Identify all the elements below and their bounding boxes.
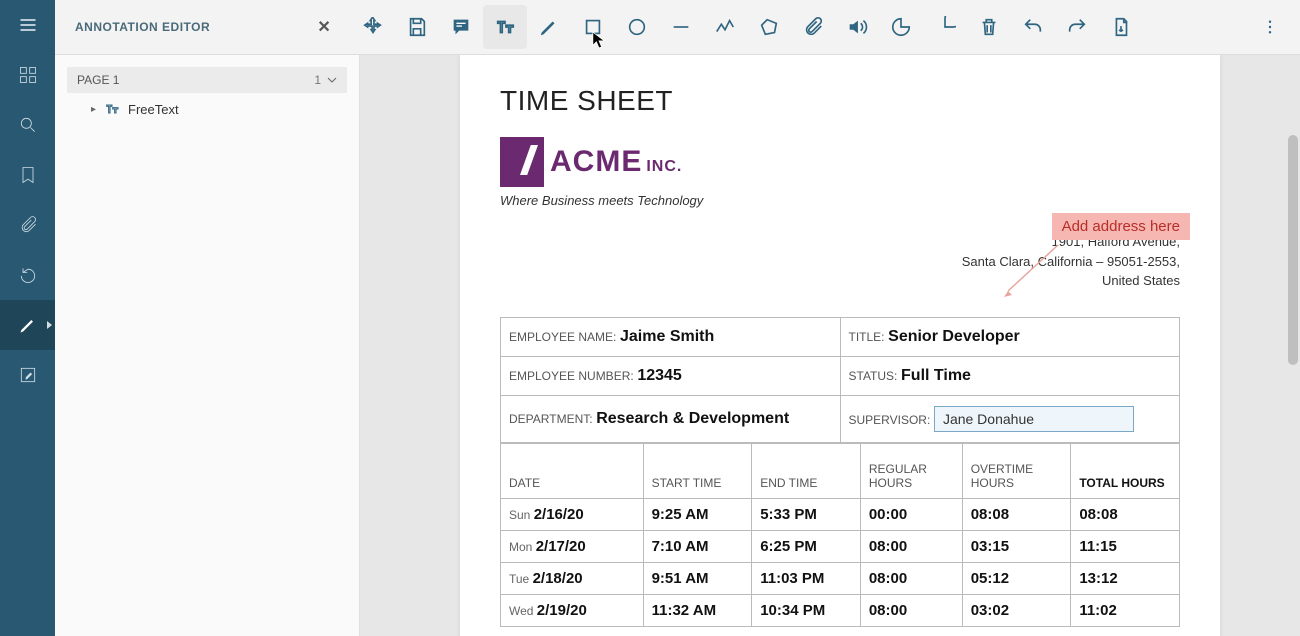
redo-icon[interactable] <box>1055 5 1099 49</box>
vertical-nav <box>0 0 55 636</box>
draw-icon[interactable] <box>527 5 571 49</box>
menu-icon[interactable] <box>0 0 55 50</box>
rectangle-icon[interactable] <box>571 5 615 49</box>
thumbnails-icon[interactable] <box>0 50 55 100</box>
table-row: Mon 2/17/207:10 AM6:25 PM08:0003:1511:15 <box>501 530 1180 562</box>
undo-icon[interactable] <box>1011 5 1055 49</box>
top-toolbar: ANNOTATION EDITOR ✕ <box>55 0 1300 55</box>
sound-icon[interactable] <box>835 5 879 49</box>
table-row: Tue 2/18/209:51 AM11:03 PM08:0005:1213:1… <box>501 562 1180 594</box>
bookmark-icon[interactable] <box>0 150 55 200</box>
document-page: TIME SHEET ACME INC. Wher <box>460 55 1220 636</box>
polyline-icon[interactable] <box>703 5 747 49</box>
undo-nav-icon[interactable] <box>0 250 55 300</box>
document-canvas[interactable]: TIME SHEET ACME INC. Wher <box>360 55 1300 636</box>
search-icon[interactable] <box>0 100 55 150</box>
company-logo: ACME INC. <box>500 137 703 187</box>
toolbar-title: ANNOTATION EDITOR <box>75 20 210 34</box>
annotate-nav-icon[interactable] <box>0 300 55 350</box>
page-label: PAGE 1 <box>77 73 119 87</box>
vertical-scrollbar[interactable] <box>1288 135 1298 365</box>
attachments-icon[interactable] <box>0 200 55 250</box>
close-panel-button[interactable]: ✕ <box>317 17 330 37</box>
page-count: 1 <box>314 73 337 87</box>
table-row: Wed 2/19/2011:32 AM10:34 PM08:0003:0211:… <box>501 594 1180 626</box>
annotation-leader-line <box>1000 243 1060 299</box>
redact-end-icon[interactable] <box>923 5 967 49</box>
company-tagline: Where Business meets Technology <box>500 193 703 208</box>
company-name: ACME <box>550 145 642 179</box>
company-suffix: INC. <box>646 158 682 176</box>
redact-start-icon[interactable] <box>879 5 923 49</box>
supervisor-input[interactable] <box>934 406 1134 432</box>
company-address: 1901, Halford Avenue, Santa Clara, Calif… <box>500 232 1180 291</box>
annotation-tools <box>351 5 1143 49</box>
more-options-icon[interactable] <box>1250 7 1290 47</box>
annotation-sidebar: PAGE 1 1 ▸ FreeText <box>55 55 360 636</box>
line-icon[interactable] <box>659 5 703 49</box>
document-title: TIME SHEET <box>500 85 1180 117</box>
hours-table: DATE START TIME END TIME REGULAR HOURS O… <box>500 443 1180 627</box>
logo-mark-icon <box>500 137 544 187</box>
attachment-icon[interactable] <box>791 5 835 49</box>
freetext-annotation[interactable]: Add address here <box>1052 213 1190 240</box>
chevron-right-icon: ▸ <box>91 104 96 115</box>
delete-icon[interactable] <box>967 5 1011 49</box>
page-header-row[interactable]: PAGE 1 1 <box>67 67 347 93</box>
pan-icon[interactable] <box>351 5 395 49</box>
circle-icon[interactable] <box>615 5 659 49</box>
export-icon[interactable] <box>1099 5 1143 49</box>
freetext-small-icon <box>104 101 120 117</box>
table-row: Sun 2/16/209:25 AM5:33 PM00:0008:0808:08 <box>501 498 1180 530</box>
save-icon[interactable] <box>395 5 439 49</box>
annotation-item-label: FreeText <box>128 102 179 117</box>
annotation-item-freetext[interactable]: ▸ FreeText <box>67 93 347 125</box>
form-edit-icon[interactable] <box>0 350 55 400</box>
polygon-icon[interactable] <box>747 5 791 49</box>
freetext-icon[interactable] <box>483 5 527 49</box>
employee-info-table: EMPLOYEE NAME: Jaime Smith TITLE: Senior… <box>500 317 1180 443</box>
comment-icon[interactable] <box>439 5 483 49</box>
